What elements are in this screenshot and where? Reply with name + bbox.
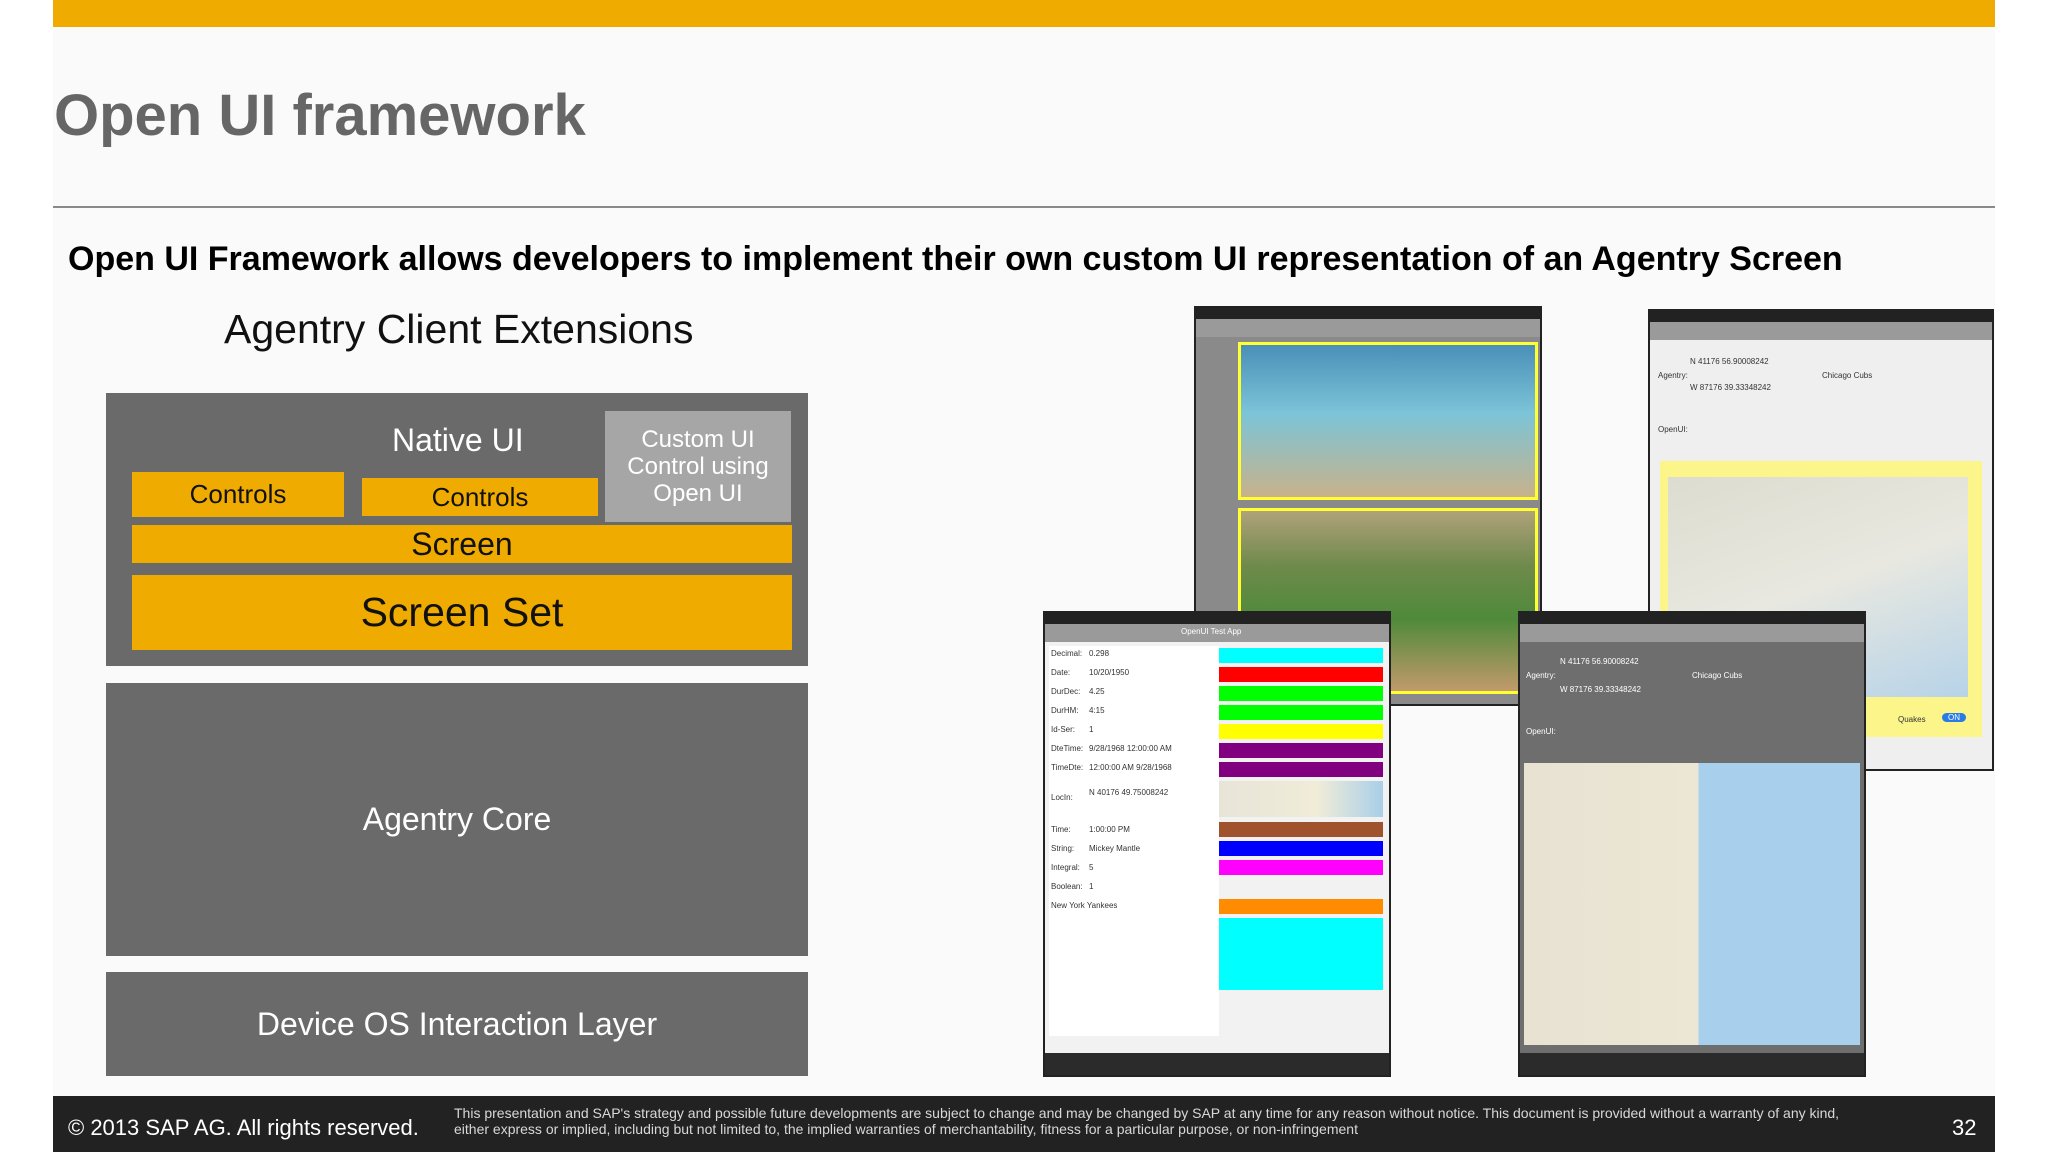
field-value-boolean: 1 — [1089, 882, 1094, 891]
status-bar — [1520, 613, 1864, 624]
field-value-idser: 1 — [1089, 725, 1094, 734]
pier-photo — [1238, 342, 1538, 500]
color-brown — [1219, 822, 1383, 837]
color-purple-2 — [1219, 762, 1383, 777]
tab-bar[interactable] — [1520, 1053, 1864, 1075]
coords-1: N 41176 56.90008242 — [1560, 657, 1639, 666]
field-value-timedte: 12:00:00 AM 9/28/1968 — [1089, 763, 1172, 772]
coords-2: W 87176 39.33348242 — [1560, 685, 1641, 694]
title-divider — [53, 206, 1995, 208]
field-value-string: Mickey Mantle — [1089, 844, 1141, 853]
field-value-durhm: 4:15 — [1089, 706, 1105, 715]
tab-bar[interactable] — [1045, 1053, 1389, 1075]
color-magenta — [1219, 860, 1383, 875]
field-label-idser: Id-Ser: — [1051, 725, 1076, 734]
new-york-label: New York Yankees — [1051, 901, 1118, 910]
field-label-timedte: TimeDte: — [1051, 763, 1084, 772]
openui-label: OpenUI: — [1658, 425, 1688, 434]
field-label-boolean: Boolean: — [1051, 882, 1083, 891]
screen-set-box: Screen Set — [132, 575, 792, 650]
field-label-locin: LocIn: — [1051, 793, 1073, 802]
field-label-durdec: DurDec: — [1051, 687, 1081, 696]
agentry-label: Agentry: — [1526, 671, 1556, 680]
diagram-heading: Agentry Client Extensions — [224, 306, 694, 352]
copyright: © 2013 SAP AG. All rights reserved. — [68, 1115, 419, 1140]
controls-box-2: Controls — [362, 478, 598, 516]
field-list — [1049, 646, 1219, 1036]
nav-bar — [1650, 322, 1992, 340]
page-number: 32 — [1952, 1115, 1977, 1140]
agentry-core-box: Agentry Core — [106, 683, 808, 956]
field-label-string: String: — [1051, 844, 1075, 853]
field-value-locin: N 40176 49.75008242 — [1089, 788, 1169, 797]
screenshot-form: OpenUI Test App Decimal: 0.298 Date: 10/… — [1043, 611, 1391, 1077]
openui-label: OpenUI: — [1526, 727, 1556, 736]
field-label-integral: Integral: — [1051, 863, 1080, 872]
controls-box-1: Controls — [132, 472, 344, 517]
slide-subtitle: Open UI Framework allows developers to i… — [68, 240, 1843, 278]
app-title: OpenUI Test App — [1181, 627, 1242, 636]
slide-title: Open UI framework — [54, 83, 586, 148]
field-label-durhm: DurHM: — [1051, 706, 1079, 715]
color-cyan — [1219, 648, 1383, 663]
color-cyan-text — [1219, 918, 1383, 990]
field-value-integral: 5 — [1089, 863, 1094, 872]
field-value-time: 1:00:00 PM — [1089, 825, 1130, 834]
color-green-1 — [1219, 686, 1383, 701]
coords-2: W 87176 39.33348242 — [1690, 383, 1771, 392]
color-orange — [1219, 899, 1383, 914]
color-red — [1219, 667, 1383, 682]
color-blue — [1219, 841, 1383, 856]
coords-1: N 41176 56.90008242 — [1690, 357, 1769, 366]
quakes-toggle[interactable]: ON — [1942, 713, 1966, 722]
chicago-map — [1524, 763, 1860, 1045]
chicago-label: Chicago Cubs — [1692, 671, 1743, 680]
device-os-layer-box: Device OS Interaction Layer — [106, 972, 808, 1076]
screenshot-chicago-map: N 41176 56.90008242 Agentry: Chicago Cub… — [1518, 611, 1866, 1077]
chicago-label: Chicago Cubs — [1822, 371, 1873, 380]
field-label-dtetime: DteTime: — [1051, 744, 1084, 753]
status-bar — [1045, 613, 1389, 624]
disclaimer: This presentation and SAP's strategy and… — [454, 1105, 1840, 1137]
field-value-date: 10/20/1950 — [1089, 668, 1130, 677]
top-accent-bar — [53, 0, 1995, 27]
mini-map — [1219, 781, 1383, 817]
custom-ui-box: Custom UI Control using Open UI — [605, 411, 791, 522]
field-value-dtetime: 9/28/1968 12:00:00 AM — [1089, 744, 1172, 753]
field-label-time: Time: — [1051, 825, 1071, 834]
native-ui-label: Native UI — [392, 422, 524, 458]
field-value-decimal: 0.298 — [1089, 649, 1110, 658]
color-yellow — [1219, 724, 1383, 739]
quakes-label: Quakes — [1898, 715, 1926, 724]
field-value-durdec: 4.25 — [1089, 687, 1105, 696]
color-purple-1 — [1219, 743, 1383, 758]
status-bar — [1196, 308, 1540, 319]
nav-bar — [1196, 319, 1540, 337]
field-label-decimal: Decimal: — [1051, 649, 1083, 658]
agentry-label: Agentry: — [1658, 371, 1688, 380]
color-green-2 — [1219, 705, 1383, 720]
field-label-date: Date: — [1051, 668, 1071, 677]
nav-bar — [1520, 624, 1864, 642]
status-bar — [1650, 311, 1992, 322]
screen-box: Screen — [132, 525, 792, 563]
